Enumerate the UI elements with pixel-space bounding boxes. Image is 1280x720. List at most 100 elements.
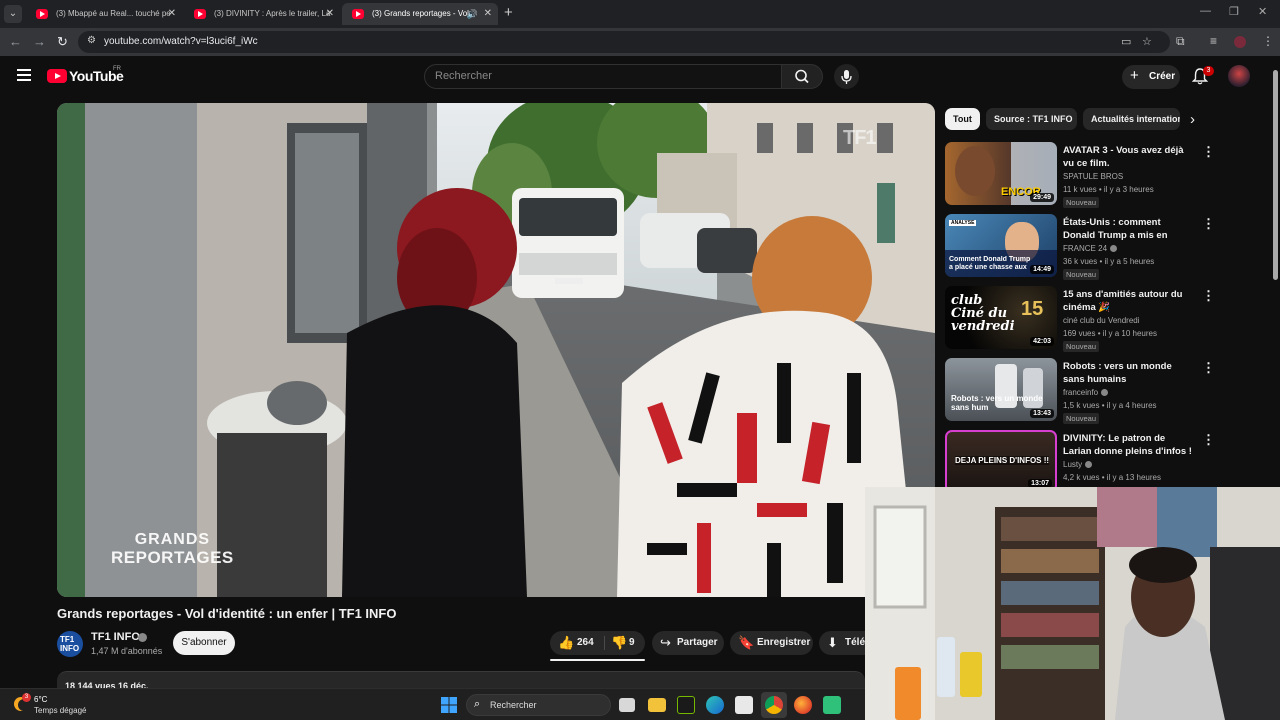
maximize-icon[interactable]: ❐	[1229, 5, 1239, 18]
webcam-overlay	[865, 487, 1280, 720]
more-options-icon[interactable]: ⋮	[1202, 216, 1215, 232]
chip-all[interactable]: Tout	[945, 108, 980, 130]
bookmark-star-icon[interactable]: ☆	[1142, 35, 1152, 48]
weather-description: Temps dégagé	[34, 706, 87, 715]
file-explorer-icon[interactable]	[648, 698, 666, 712]
chip-world-news[interactable]: Actualités internationales	[1083, 108, 1180, 130]
browser-tab[interactable]: (3) DIVINITY : Après le trailer, La ✕	[184, 3, 340, 25]
channel-label[interactable]: SPATULE BROS	[1063, 172, 1123, 181]
recommended-video[interactable]: DEJA PLEINS D'INFOS !! 13:07 DIVINITY: L…	[945, 430, 1220, 494]
address-bar[interactable]: ⚙ youtube.com/watch?v=l3uci6f_iWc ▭ ☆	[78, 31, 1170, 53]
recommended-channel[interactable]: FRANCE 24	[1063, 244, 1118, 253]
download-button[interactable]: ⬇ Télé	[819, 631, 865, 655]
more-options-icon[interactable]: ⋮	[1202, 360, 1215, 376]
recommended-title[interactable]: AVATAR 3 - Vous avez déjà vu ce film.	[1063, 144, 1193, 170]
video-thumbnail[interactable]: ENCOR 29:49	[945, 142, 1057, 205]
reload-icon[interactable]: ↻	[57, 34, 68, 50]
channel-name[interactable]: TF1 INFO	[91, 631, 140, 643]
back-arrow-icon[interactable]: ←	[9, 34, 22, 49]
chip-source[interactable]: Source : TF1 INFO	[986, 108, 1077, 130]
video-thumbnail[interactable]: DEJA PLEINS D'INFOS !! 13:07	[945, 430, 1057, 493]
browser-tab-active[interactable]: (3) Grands reportages - Vol 🔊 ✕	[342, 3, 498, 25]
browser-menu-icon[interactable]: ⋮	[1262, 34, 1274, 48]
youtube-favicon-icon	[352, 9, 364, 19]
recommended-video[interactable]: ENCOR 29:49 AVATAR 3 - Vous avez déjà vu…	[945, 142, 1220, 208]
video-thumbnail[interactable]: ANALYSE Comment Donald Trump a placé une…	[945, 214, 1057, 277]
thumbs-up-icon[interactable]: 👍	[558, 635, 574, 651]
recommended-video[interactable]: ANALYSE Comment Donald Trump a placé une…	[945, 214, 1220, 280]
nvidia-icon[interactable]	[677, 696, 695, 714]
subscribe-button[interactable]: S'abonner	[173, 631, 235, 655]
create-button[interactable]: + Créer	[1122, 65, 1180, 89]
video-thumbnail[interactable]: club Ciné du vendredi 15 42:03	[945, 286, 1057, 349]
tab-search-button[interactable]: ⌄	[4, 5, 22, 23]
account-avatar[interactable]	[1228, 65, 1250, 87]
new-tab-button[interactable]: +	[504, 4, 513, 21]
firefox-icon[interactable]	[794, 696, 812, 714]
search-input[interactable]	[435, 70, 765, 82]
task-view-icon[interactable]	[619, 698, 635, 712]
cast-icon[interactable]: ▭	[1121, 35, 1131, 48]
recommended-title[interactable]: Robots : vers un monde sans humains	[1063, 360, 1193, 386]
close-tab-icon[interactable]: ✕	[168, 3, 176, 25]
chevron-right-icon[interactable]: ›	[1190, 111, 1195, 128]
video-title: Grands reportages - Vol d'identité : un …	[57, 606, 397, 621]
menu-icon[interactable]	[17, 69, 31, 81]
recommended-video[interactable]: Robots : vers un monde sans hum 13:43 Ro…	[945, 358, 1220, 424]
notifications-badge: 3	[1203, 66, 1214, 76]
subscriber-count: 1,47 M d'abonnés	[91, 646, 163, 656]
media-controls-icon[interactable]: ≡	[1210, 34, 1217, 48]
more-options-icon[interactable]: ⋮	[1202, 144, 1215, 160]
profile-avatar-icon[interactable]	[1234, 36, 1246, 48]
save-button[interactable]: 🔖 Enregistrer	[730, 631, 813, 655]
scrollbar-thumb[interactable]	[1273, 70, 1278, 280]
recommended-title[interactable]: 15 ans d'amitiés autour du cinéma 🎉	[1063, 288, 1193, 314]
forward-arrow-icon[interactable]: →	[33, 34, 46, 49]
chrome-icon[interactable]	[765, 696, 783, 714]
taskbar-search[interactable]: ⌕ Rechercher	[466, 694, 611, 716]
recommended-video[interactable]: club Ciné du vendredi 15 42:03 15 ans d'…	[945, 286, 1220, 352]
voice-search-button[interactable]	[834, 64, 859, 89]
recommended-channel[interactable]: SPATULE BROS	[1063, 172, 1123, 181]
share-button[interactable]: ↪ Partager	[652, 631, 724, 655]
video-player[interactable]: GRANDS REPORTAGES TF1	[57, 103, 935, 597]
close-tab-icon[interactable]: ✕	[484, 3, 492, 25]
extensions-icon[interactable]: ⧉	[1176, 34, 1185, 49]
more-options-icon[interactable]: ⋮	[1202, 288, 1215, 304]
video-thumbnail[interactable]: Robots : vers un monde sans hum 13:43	[945, 358, 1057, 421]
search-button[interactable]	[781, 64, 823, 89]
recommended-channel[interactable]: Lusty	[1063, 460, 1093, 469]
store-icon[interactable]	[735, 696, 753, 714]
youtube-logo-icon[interactable]	[47, 69, 67, 83]
video-frame	[57, 103, 935, 597]
edge-browser-icon[interactable]	[706, 696, 724, 714]
browser-tab[interactable]: (3) Mbappé au Real... touché pe ✕	[26, 3, 182, 25]
new-badge: Nouveau	[1063, 413, 1100, 424]
weather-widget[interactable]: 3 6°C Temps dégagé	[14, 693, 104, 717]
site-info-icon[interactable]: ⚙	[87, 35, 96, 46]
thumbs-down-icon[interactable]: 👎	[611, 635, 627, 651]
url-text[interactable]: youtube.com/watch?v=l3uci6f_iWc	[104, 36, 258, 47]
recommended-title[interactable]: États-Unis : comment Donald Trump a mis …	[1063, 216, 1193, 243]
like-dislike-group: 👍 264 👎 9	[550, 631, 645, 655]
audio-playing-icon[interactable]: 🔊	[467, 3, 478, 25]
minimize-icon[interactable]: —	[1200, 5, 1211, 17]
recommended-channel[interactable]: ciné club du Vendredi	[1063, 316, 1140, 325]
channel-label[interactable]: ciné club du Vendredi	[1063, 316, 1140, 325]
windows-start-icon[interactable]	[440, 696, 458, 714]
window-close-icon[interactable]: ✕	[1258, 5, 1267, 18]
video-duration: 13:43	[1030, 409, 1054, 418]
more-options-icon[interactable]: ⋮	[1202, 432, 1215, 448]
channel-label[interactable]: franceinfo	[1063, 388, 1098, 397]
close-tab-icon[interactable]: ✕	[326, 3, 334, 25]
channel-avatar[interactable]: TF1 INFO	[57, 631, 83, 657]
recommended-channel[interactable]: franceinfo	[1063, 388, 1109, 397]
dislike-count[interactable]: 9	[629, 637, 635, 648]
recommended-title[interactable]: DIVINITY: Le patron de Larian donne plei…	[1063, 432, 1193, 458]
share-arrow-icon: ↪	[660, 635, 671, 650]
channel-label[interactable]: Lusty	[1063, 460, 1082, 469]
like-count[interactable]: 264	[577, 637, 594, 648]
android-app-icon[interactable]	[823, 696, 841, 714]
channel-label[interactable]: FRANCE 24	[1063, 244, 1107, 253]
page-scrollbar[interactable]	[1270, 56, 1280, 486]
